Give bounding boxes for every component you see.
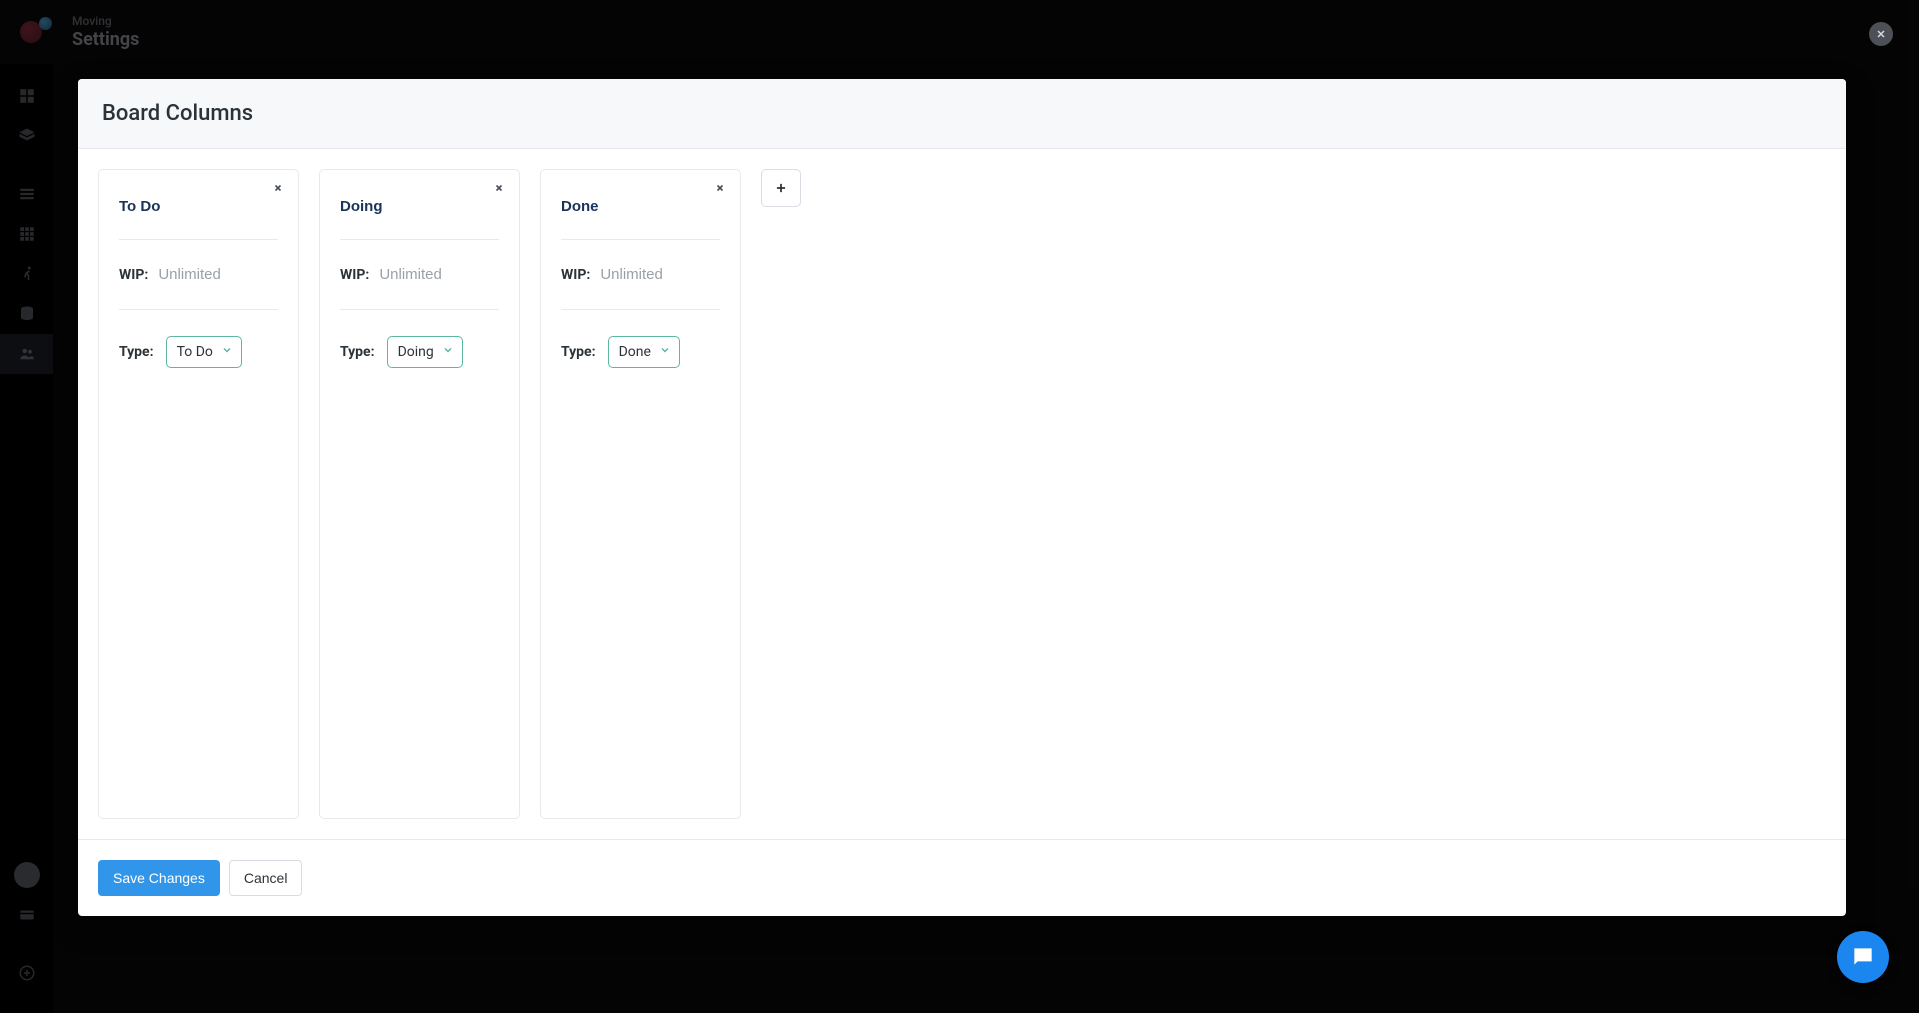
- type-select-value: To Do: [177, 344, 213, 360]
- close-icon: [494, 183, 504, 193]
- column-name-input[interactable]: [119, 188, 278, 240]
- modal-footer: Save Changes Cancel: [78, 839, 1846, 916]
- close-icon: [1875, 28, 1887, 40]
- close-icon: [715, 183, 725, 193]
- column-delete-button[interactable]: [712, 180, 728, 196]
- column-card: WIP: Type: To Do: [98, 169, 299, 819]
- column-delete-button[interactable]: [270, 180, 286, 196]
- type-select[interactable]: Done: [608, 336, 680, 368]
- add-column-button[interactable]: [761, 169, 801, 207]
- wip-input[interactable]: [600, 266, 799, 283]
- column-card: WIP: Type: Doing: [319, 169, 520, 819]
- chevron-down-icon: [659, 344, 671, 360]
- close-icon: [273, 183, 283, 193]
- type-select-value: Doing: [398, 344, 434, 360]
- type-select-value: Done: [619, 344, 651, 360]
- wip-label: WIP:: [340, 267, 369, 283]
- column-delete-button[interactable]: [491, 180, 507, 196]
- board-columns-modal: Board Columns WIP: Type: To Do: [78, 79, 1846, 916]
- type-label: Type:: [119, 344, 154, 360]
- modal-body: WIP: Type: To Do WIP: Type:: [78, 149, 1846, 839]
- cancel-button[interactable]: Cancel: [229, 860, 303, 896]
- column-name-input[interactable]: [340, 188, 499, 240]
- chevron-down-icon: [442, 344, 454, 360]
- column-card: WIP: Type: Done: [540, 169, 741, 819]
- chevron-down-icon: [221, 344, 233, 360]
- modal-title: Board Columns: [102, 101, 1822, 126]
- chat-icon: [1850, 944, 1876, 970]
- wip-label: WIP:: [561, 267, 590, 283]
- chat-fab-button[interactable]: [1837, 931, 1889, 983]
- wip-label: WIP:: [119, 267, 148, 283]
- save-button[interactable]: Save Changes: [98, 860, 220, 896]
- type-label: Type:: [561, 344, 596, 360]
- type-select[interactable]: To Do: [166, 336, 242, 368]
- type-select[interactable]: Doing: [387, 336, 463, 368]
- column-name-input[interactable]: [561, 188, 720, 240]
- modal-close-button[interactable]: [1869, 22, 1893, 46]
- modal-header: Board Columns: [78, 79, 1846, 149]
- type-label: Type:: [340, 344, 375, 360]
- plus-icon: [774, 181, 788, 195]
